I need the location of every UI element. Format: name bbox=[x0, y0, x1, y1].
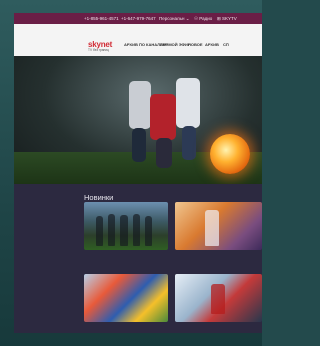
person-figure bbox=[96, 216, 103, 246]
screen: +1-855-961-4571 +1-647-979-7647 Персонал… bbox=[14, 13, 262, 333]
player-figure bbox=[150, 94, 176, 140]
radio-link[interactable]: ☉ Радио bbox=[194, 16, 212, 22]
video-thumbnail[interactable] bbox=[175, 202, 262, 250]
nav-sp[interactable]: СП bbox=[223, 42, 229, 47]
video-thumbnail[interactable] bbox=[175, 274, 262, 322]
nav-live[interactable]: ПРЯМОЙ ЭФИР bbox=[160, 42, 191, 47]
player-figure bbox=[182, 126, 196, 160]
person-figure bbox=[205, 210, 219, 246]
player-figure bbox=[176, 78, 200, 128]
top-bar: +1-855-961-4571 +1-647-979-7647 Персонал… bbox=[14, 13, 262, 24]
player-figure bbox=[132, 128, 146, 162]
video-thumbnail[interactable] bbox=[84, 274, 168, 322]
phone-link-2[interactable]: +1-647-979-7647 bbox=[121, 16, 156, 21]
logo[interactable]: skynet TV без границ bbox=[88, 40, 112, 52]
person-figure bbox=[133, 214, 140, 246]
nav-archive[interactable]: АРХИВ bbox=[205, 42, 219, 47]
site-header: skynet TV без границ АРХИВ ПО КАНАЛАМ ПР… bbox=[14, 24, 262, 56]
section-title: Новинки bbox=[84, 193, 114, 202]
player-figure bbox=[129, 81, 151, 129]
account-menu[interactable]: Персональн ⌄ bbox=[159, 16, 190, 22]
person-figure bbox=[145, 216, 152, 246]
person-figure bbox=[211, 284, 225, 314]
hero-banner[interactable] bbox=[14, 56, 262, 184]
person-figure bbox=[108, 214, 115, 246]
person-figure bbox=[120, 215, 128, 246]
player-figure bbox=[156, 138, 172, 168]
phone-link-1[interactable]: +1-855-961-4571 bbox=[84, 16, 119, 21]
skytv-link[interactable]: ⊞ SKYTV bbox=[217, 16, 237, 22]
logo-tagline: TV без границ bbox=[88, 48, 109, 52]
nav-new[interactable]: НОВОЕ bbox=[188, 42, 203, 47]
soccer-ball-icon bbox=[210, 134, 250, 174]
video-thumbnail[interactable] bbox=[84, 202, 168, 250]
